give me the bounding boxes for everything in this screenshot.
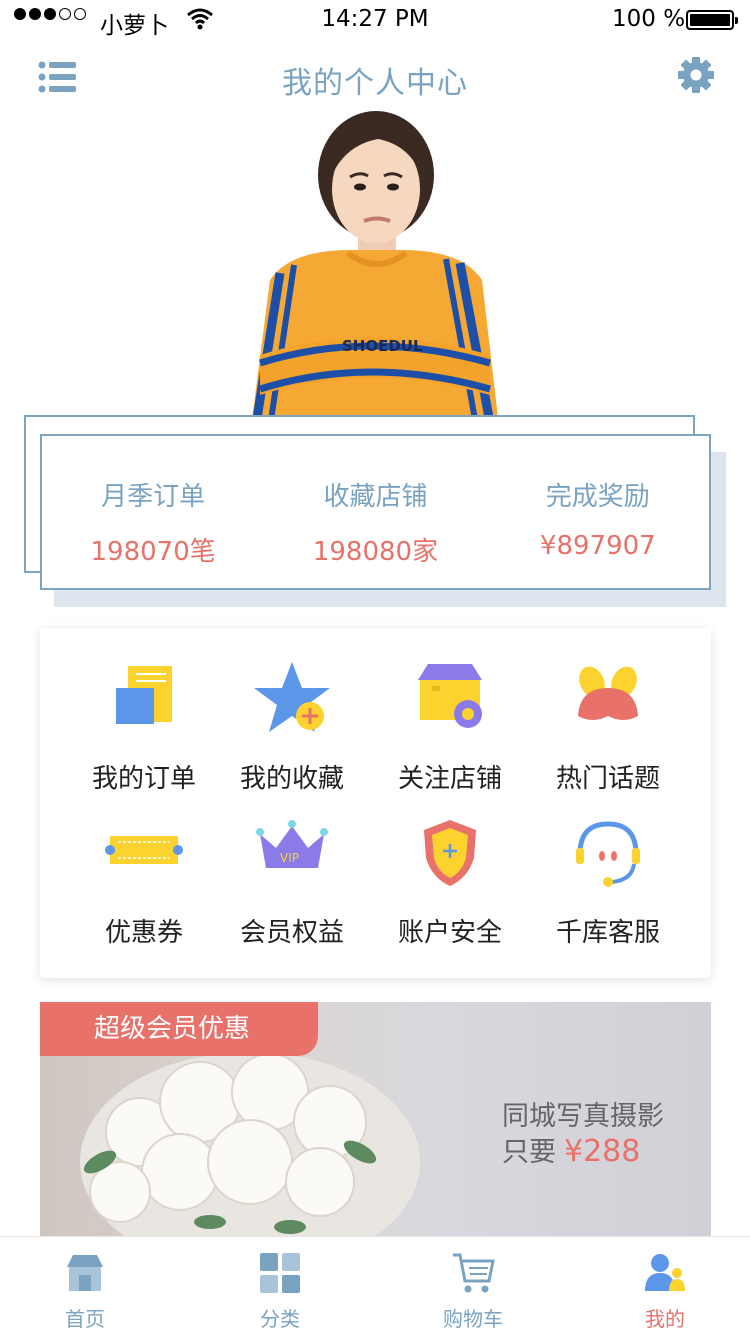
gear-icon [678, 57, 714, 93]
order-icon [116, 666, 172, 724]
headset-icon [576, 821, 640, 887]
tab-category[interactable]: 分类 [205, 1237, 355, 1335]
coupon-icon [105, 836, 183, 864]
tab-label: 首页 [65, 1307, 105, 1331]
stat-value: 198070笔 [90, 537, 216, 567]
stats-card: 月季订单 198070笔 收藏店铺 198080家 完成奖励 ¥897907 [40, 434, 711, 590]
banner-headline: 同城写真摄影 [502, 1101, 664, 1132]
service-label: 会员权益 [239, 918, 344, 948]
service-label: 账户安全 [397, 918, 502, 948]
stat-rewards[interactable]: 完成奖励 ¥897907 [498, 476, 698, 561]
shield-icon [424, 820, 476, 886]
status-bar: 小萝卜 14:27 PM 100 % [0, 0, 750, 40]
tab-mine[interactable]: 我的 [590, 1237, 740, 1335]
tab-label: 购物车 [443, 1307, 503, 1331]
service-my-favorites[interactable]: 我的收藏 [208, 660, 376, 795]
tab-label: 分类 [260, 1307, 300, 1331]
battery-icon [686, 10, 738, 30]
stat-value: ¥897907 [539, 531, 656, 561]
shop-box-icon [418, 664, 482, 728]
stat-monthly-orders[interactable]: 月季订单 198070笔 [53, 476, 253, 568]
stat-label: 收藏店铺 [323, 482, 428, 512]
vip-crown-icon: VIP [256, 820, 328, 868]
hot-topic-icon [578, 666, 638, 720]
banner-price-prefix: 只要 [502, 1137, 556, 1168]
banner-price: ¥288 [564, 1134, 641, 1169]
cart-icon [453, 1253, 495, 1293]
service-my-orders[interactable]: 我的订单 [60, 660, 228, 795]
service-coupons[interactable]: 优惠券 [60, 814, 228, 949]
promo-banner[interactable]: 超级会员优惠 同城写真摄影 只要 ¥288 [40, 1002, 711, 1238]
home-shop-icon [67, 1255, 103, 1291]
service-label: 关注店铺 [397, 764, 502, 794]
service-label: 我的订单 [91, 764, 196, 794]
service-label: 热门话题 [555, 764, 660, 794]
service-member-benefits[interactable]: VIP 会员权益 [208, 814, 376, 949]
stat-favorite-shops[interactable]: 收藏店铺 198080家 [275, 476, 475, 568]
user-icon [645, 1254, 685, 1291]
page-title: 我的个人中心 [282, 66, 468, 101]
service-follow-shops[interactable]: 关注店铺 [366, 660, 534, 795]
tab-bar: 首页 分类 购物车 我的 [0, 1236, 750, 1334]
tab-home[interactable]: 首页 [10, 1237, 160, 1335]
service-label: 千库客服 [555, 918, 660, 948]
services-panel: 我的订单 我的收藏 关注店铺 热门话题 优惠券 VIP 会员权益 账户安全 千库… [40, 628, 711, 978]
battery-percent: 100 % [612, 6, 686, 32]
service-label: 优惠券 [104, 918, 183, 948]
service-hot-topics[interactable]: 热门话题 [524, 660, 692, 795]
stat-label: 月季订单 [101, 482, 206, 512]
stat-value: 198080家 [312, 537, 439, 567]
service-customer-support[interactable]: 千库客服 [524, 814, 692, 949]
service-account-security[interactable]: 账户安全 [366, 814, 534, 949]
tab-cart[interactable]: 购物车 [398, 1237, 548, 1335]
vip-badge-text: VIP [280, 851, 299, 865]
banner-price-line: 只要 ¥288 [502, 1130, 640, 1169]
service-label: 我的收藏 [239, 764, 344, 794]
profile-photo: SHOEDUL [250, 105, 500, 435]
category-grid-icon [260, 1253, 300, 1293]
stat-label: 完成奖励 [545, 482, 650, 512]
tab-label: 我的 [645, 1307, 685, 1331]
favorite-star-icon [254, 662, 330, 732]
banner-ribbon: 超级会员优惠 [40, 1002, 318, 1056]
settings-button[interactable] [677, 56, 715, 94]
svg-text:SHOEDUL: SHOEDUL [342, 337, 423, 355]
